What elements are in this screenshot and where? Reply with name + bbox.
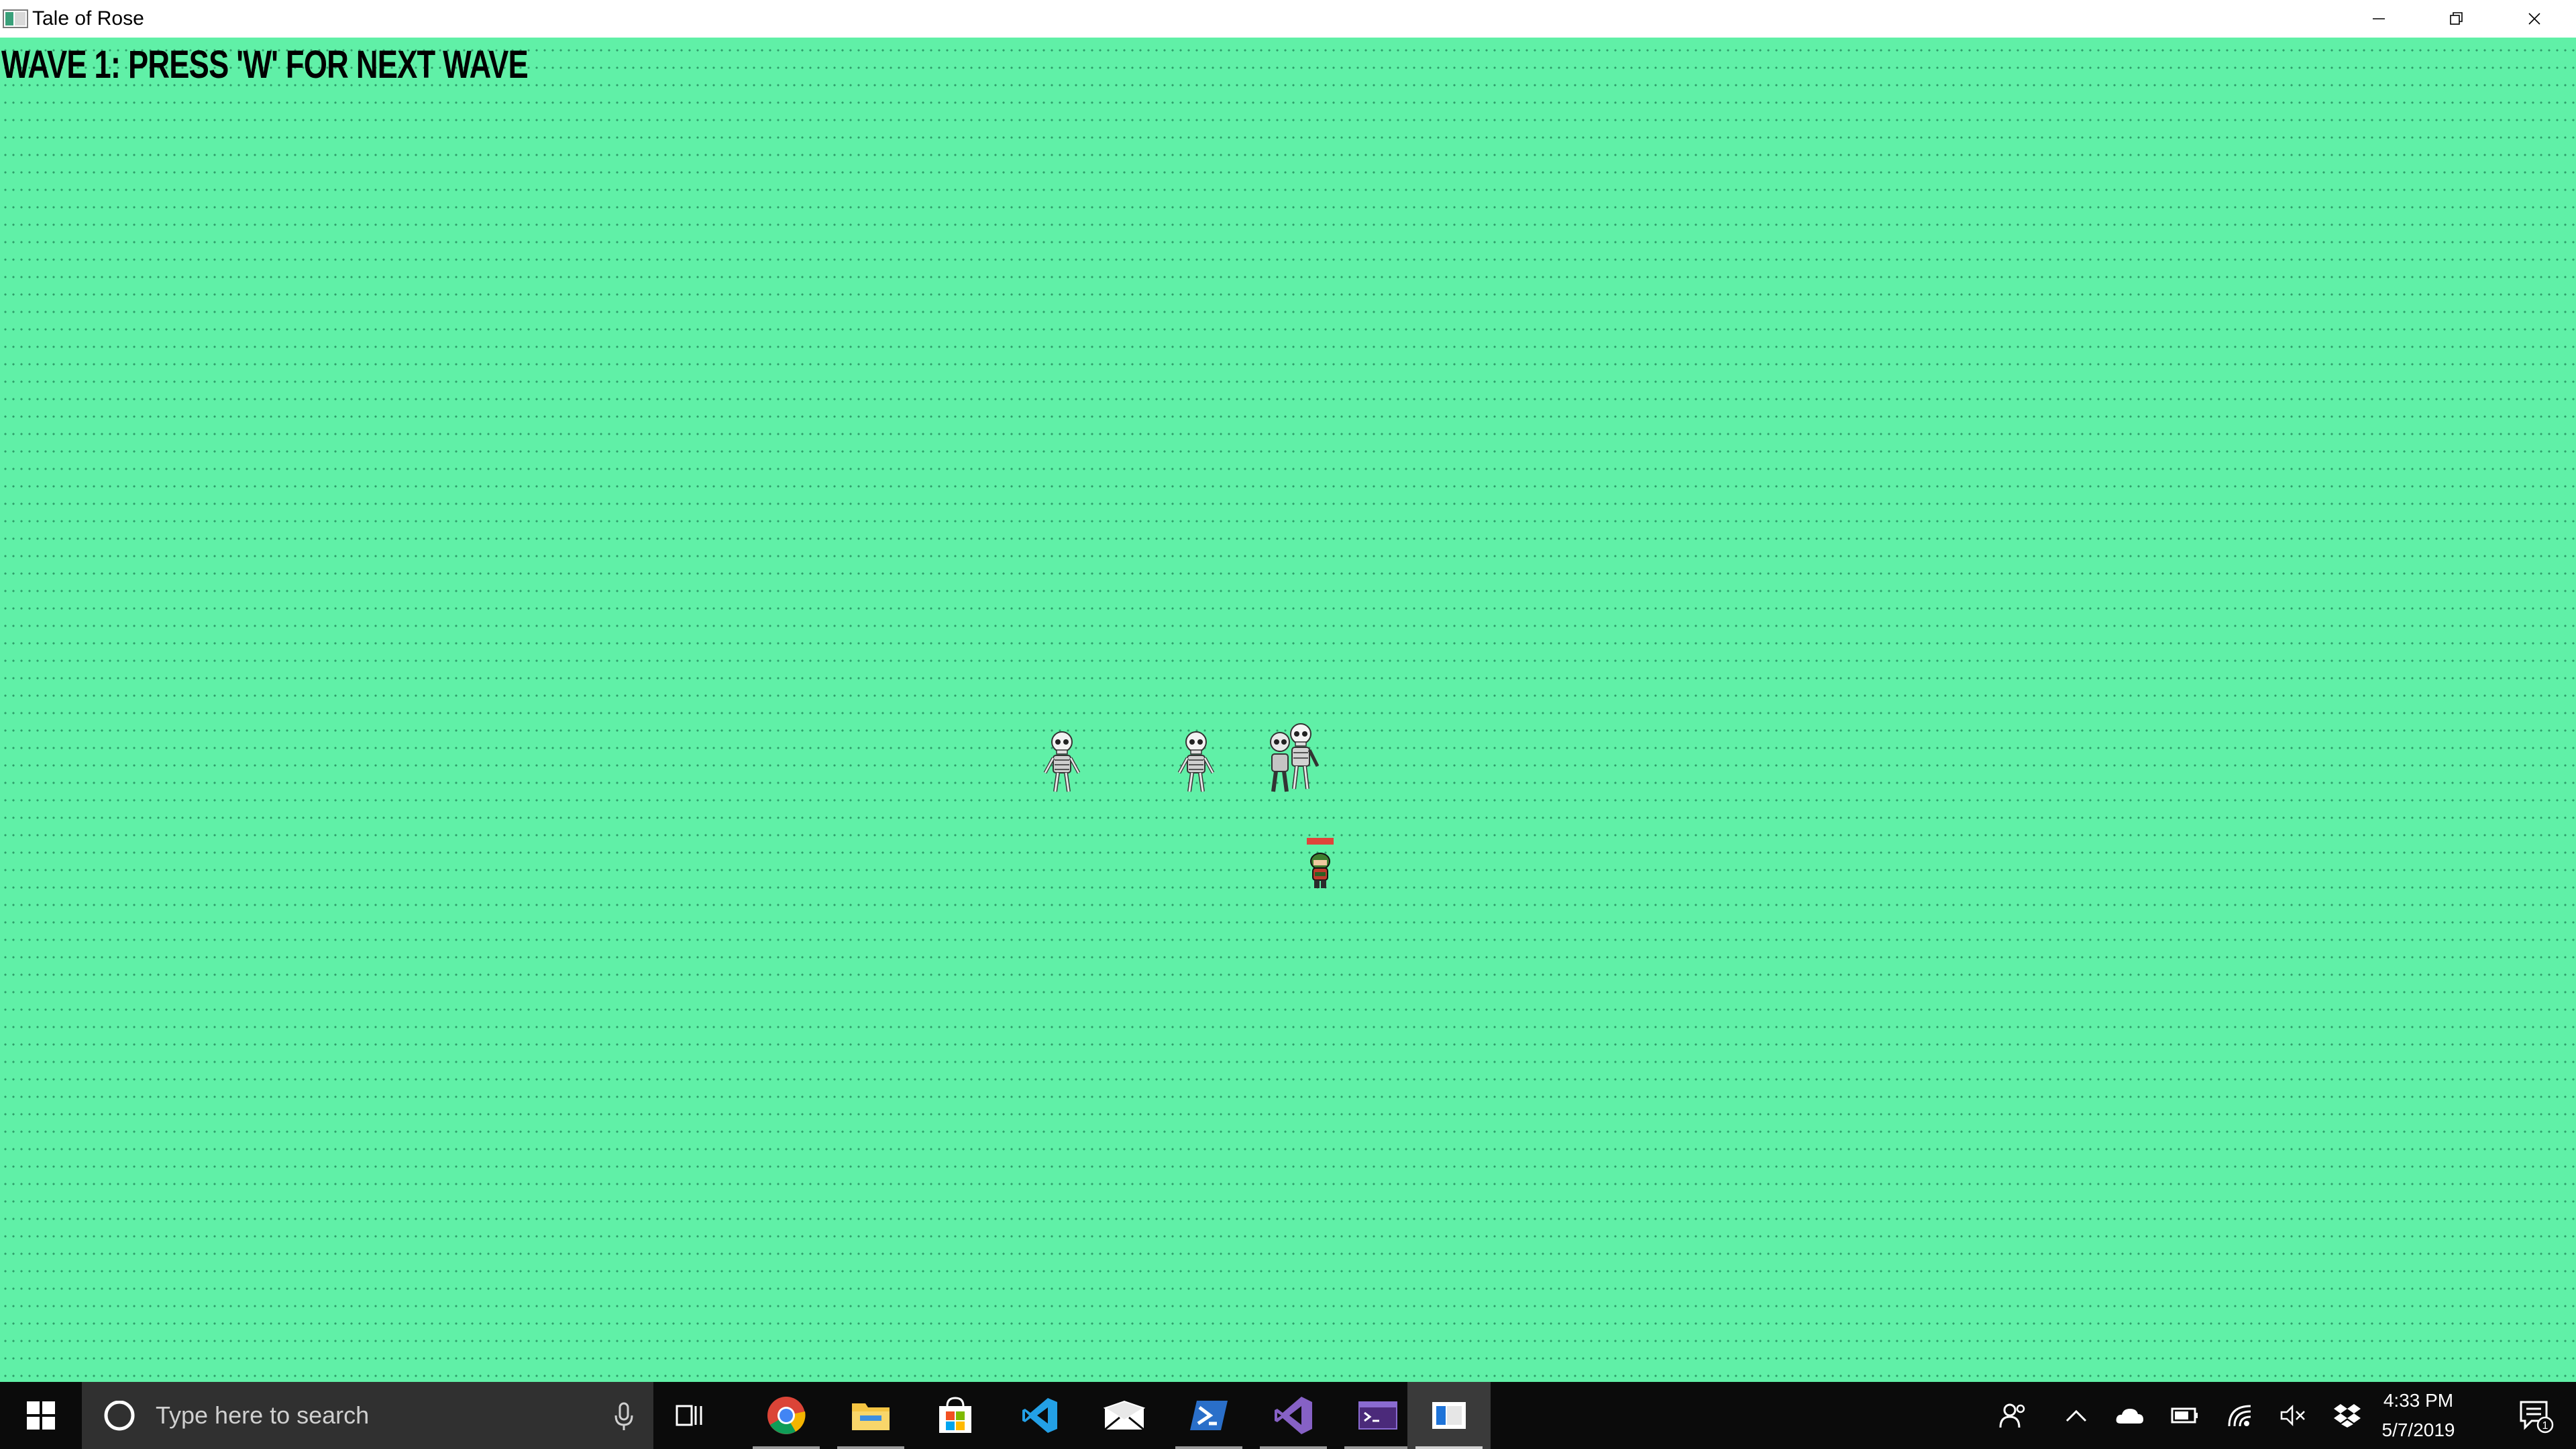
- close-icon: [2528, 13, 2540, 25]
- microphone-icon[interactable]: [613, 1402, 635, 1432]
- taskbar-app-vscode[interactable]: [998, 1382, 1081, 1449]
- restore-icon: [2450, 12, 2463, 25]
- volume-muted-icon: [2280, 1405, 2305, 1426]
- clock-time: 4:33 PM: [2383, 1390, 2454, 1411]
- game-canvas[interactable]: WAVE 1: PRESS 'W' FOR NEXT WAVE: [0, 38, 2576, 1382]
- vscode-icon: [1022, 1398, 1057, 1433]
- taskbar: Type here to search 4:33 PM 5/7/2019 1: [0, 1382, 2576, 1449]
- people-button[interactable]: [1990, 1382, 2037, 1449]
- start-button[interactable]: [0, 1382, 82, 1449]
- clock[interactable]: 4:33 PM 5/7/2019: [2368, 1382, 2469, 1449]
- skeleton-group-enemy[interactable]: [1260, 722, 1324, 796]
- taskbar-app-visual-studio[interactable]: [1252, 1382, 1335, 1449]
- restore-button[interactable]: [2418, 0, 2496, 38]
- dropbox-icon: [2334, 1404, 2361, 1428]
- windows-logo-icon: [27, 1401, 55, 1430]
- powershell-icon: [1190, 1401, 1228, 1430]
- minimize-icon: [2373, 18, 2385, 19]
- search-placeholder: Type here to search: [156, 1401, 370, 1429]
- player-health-bar: [1307, 838, 1334, 845]
- notification-count: 1: [2542, 1420, 2548, 1432]
- onedrive-icon: [2116, 1409, 2143, 1424]
- wifi-icon: [2228, 1405, 2251, 1427]
- store-icon: [939, 1397, 971, 1433]
- close-button[interactable]: [2496, 0, 2573, 38]
- file-explorer-icon: [852, 1403, 890, 1430]
- skeleton-enemy[interactable]: [1038, 730, 1085, 794]
- rose-hero-sprite: [1310, 853, 1330, 888]
- window-title-bar: Tale of Rose: [0, 0, 2576, 38]
- window-title: Tale of Rose: [32, 7, 144, 30]
- notification-icon: 1: [2520, 1401, 2554, 1434]
- taskbar-app-powershell[interactable]: [1167, 1382, 1250, 1449]
- cortana-icon: [104, 1401, 135, 1431]
- taskbar-app-mail[interactable]: [1083, 1382, 1166, 1449]
- chrome-icon: [767, 1397, 806, 1434]
- volume-button[interactable]: [2270, 1382, 2317, 1449]
- player-character[interactable]: [1307, 836, 1334, 890]
- show-hidden-icons-button[interactable]: [2053, 1382, 2100, 1449]
- taskbar-app-game-window[interactable]: [1407, 1382, 1491, 1449]
- taskbar-app-chrome[interactable]: [745, 1382, 828, 1449]
- search-box[interactable]: Type here to search: [82, 1382, 653, 1449]
- app-icon: [3, 8, 28, 30]
- game-window-icon: [1432, 1402, 1466, 1429]
- terminal-icon: [1358, 1401, 1397, 1430]
- clock-date: 5/7/2019: [2381, 1419, 2455, 1440]
- task-view-icon: [676, 1405, 702, 1426]
- chevron-up-icon: [2065, 1409, 2087, 1422]
- taskbar-app-file-explorer[interactable]: [829, 1382, 912, 1449]
- task-view-button[interactable]: [653, 1382, 727, 1449]
- taskbar-app-store[interactable]: [914, 1382, 997, 1449]
- action-center-button[interactable]: 1: [2496, 1382, 2576, 1449]
- skeleton-enemy[interactable]: [1173, 730, 1220, 794]
- wave-status-text: WAVE 1: PRESS 'W' FOR NEXT WAVE: [1, 43, 529, 87]
- mail-icon: [1104, 1400, 1145, 1431]
- onedrive-button[interactable]: [2106, 1382, 2153, 1449]
- battery-button[interactable]: [2161, 1382, 2208, 1449]
- minimize-button[interactable]: [2340, 0, 2418, 38]
- dropbox-button[interactable]: [2324, 1382, 2371, 1449]
- network-button[interactable]: [2216, 1382, 2263, 1449]
- battery-icon: [2171, 1407, 2198, 1424]
- visual-studio-icon: [1275, 1397, 1312, 1434]
- people-icon: [1999, 1403, 2025, 1428]
